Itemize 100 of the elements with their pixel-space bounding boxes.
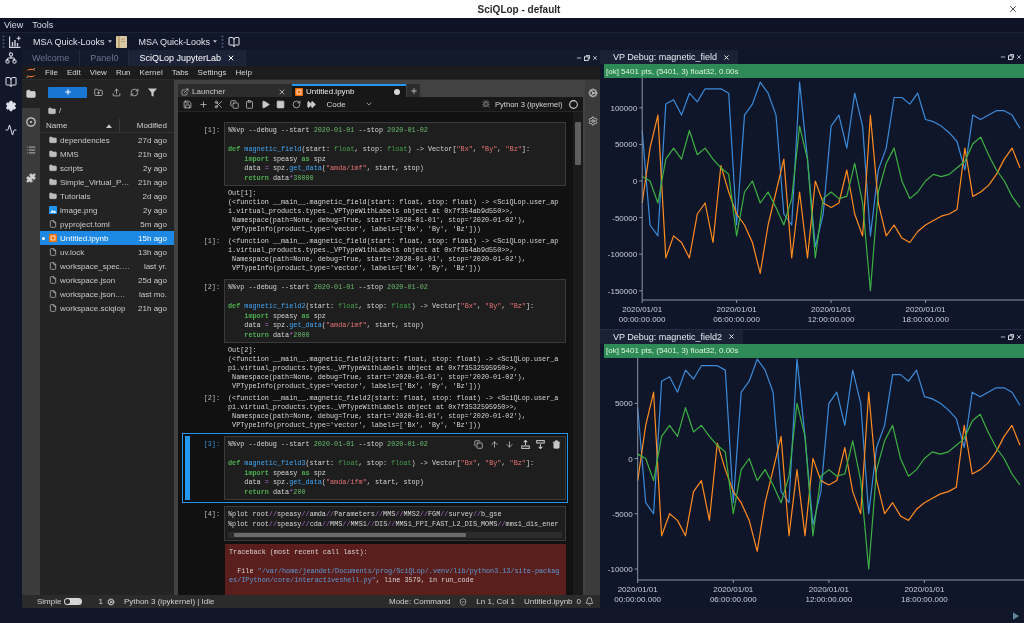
kernel-status[interactable]: Python 3 (ipykernel) | Idle	[123, 597, 215, 606]
minimize-icon[interactable]	[576, 55, 582, 61]
fast-forward-icon[interactable]	[307, 99, 316, 109]
new-launcher-button[interactable]	[48, 86, 87, 98]
file-name: workspace_spec.…	[60, 261, 131, 271]
folder-icon[interactable]	[26, 89, 36, 99]
play-icon[interactable]	[1013, 611, 1019, 620]
close-icon[interactable]	[226, 54, 235, 62]
caret-up-icon[interactable]	[106, 123, 112, 128]
grip-icon[interactable]	[2, 34, 5, 49]
file-row[interactable]: dependencies 27d ago	[40, 133, 174, 147]
new-tab-button[interactable]	[407, 84, 420, 97]
shield-icon[interactable]	[459, 597, 468, 606]
breadcrumb-path[interactable]: /	[59, 106, 62, 115]
book-icon[interactable]	[5, 76, 17, 88]
menu-item[interactable]: Tabs	[171, 68, 189, 77]
minimize-icon[interactable]	[1000, 54, 1006, 60]
file-row[interactable]: workspace.json.… last mo.	[40, 287, 174, 301]
vertical-scrollbar[interactable]	[573, 112, 583, 595]
float-window-icon[interactable]	[1008, 54, 1014, 60]
menu-item[interactable]: Run	[115, 68, 131, 77]
code-editor[interactable]	[224, 436, 566, 500]
menu-item[interactable]: Edit	[66, 68, 81, 77]
filter-icon[interactable]	[148, 87, 157, 97]
copy-icon[interactable]	[229, 99, 239, 109]
menu-item[interactable]: View	[4, 20, 24, 30]
binder-icon[interactable]	[115, 35, 127, 48]
unsaved-dot-icon[interactable]	[394, 88, 400, 95]
code-editor[interactable]	[224, 279, 566, 343]
file-row[interactable]: scripts 2y ago	[40, 161, 174, 175]
run-icon[interactable]	[260, 99, 270, 109]
menu-item[interactable]: Tools	[32, 20, 54, 30]
file-row[interactable]: pyproject.toml 5m ago	[40, 217, 174, 231]
close-icon[interactable]	[722, 53, 730, 61]
stop-icon[interactable]	[276, 99, 285, 109]
horizontal-scrollbar[interactable]	[228, 532, 562, 538]
plot-tab[interactable]: VP Debug: magnetic_field2	[600, 329, 743, 344]
book-icon[interactable]	[228, 35, 241, 48]
close-icon[interactable]	[592, 55, 598, 61]
file-row[interactable]: uv.lock 13h ago	[40, 245, 174, 259]
arrow-down-icon[interactable]	[505, 440, 515, 449]
menu-item[interactable]: Help	[235, 68, 252, 77]
file-icon	[49, 248, 57, 256]
file-row[interactable]: workspace_spec.… last yr.	[40, 259, 174, 273]
clipboard-icon[interactable]	[245, 99, 254, 109]
list-icon[interactable]	[26, 145, 36, 155]
menu-item[interactable]: View	[89, 68, 107, 77]
grip-icon[interactable]	[221, 34, 225, 49]
file-row[interactable]: Simple_Virtual_P… 21h ago	[40, 175, 174, 189]
file-row[interactable]: workspace.sciqlop 21h ago	[40, 301, 174, 315]
gear-icon[interactable]	[587, 88, 598, 98]
activity-icon[interactable]	[5, 124, 17, 136]
scissors-icon[interactable]	[214, 99, 223, 109]
toggle-switch[interactable]	[64, 598, 83, 605]
sidebar-tab[interactable]	[22, 80, 40, 108]
refresh-icon[interactable]	[130, 87, 139, 97]
copy-icon[interactable]	[474, 440, 484, 449]
code-editor[interactable]	[224, 122, 566, 186]
close-icon[interactable]	[1016, 333, 1022, 340]
save-icon[interactable]	[183, 99, 192, 109]
folder-plus-icon[interactable]	[94, 87, 103, 97]
close-icon[interactable]	[1008, 4, 1018, 14]
bug-icon[interactable]	[482, 100, 491, 108]
plus-icon[interactable]	[198, 99, 208, 109]
file-row[interactable]: workspace.json 25d ago	[40, 273, 174, 287]
float-window-icon[interactable]	[1008, 333, 1014, 340]
plot-tab[interactable]: VP Debug: magnetic_field	[600, 50, 738, 64]
menu-item[interactable]: File	[45, 68, 58, 77]
menu-item[interactable]: Kernel	[139, 68, 163, 77]
bell-icon[interactable]	[585, 597, 594, 606]
document-tab[interactable]: Untitled.ipynb	[292, 84, 406, 97]
quicklooks-menu-button[interactable]: MSA Quick-Looks	[33, 36, 112, 47]
puzzle-icon[interactable]	[26, 173, 36, 183]
insert-above-icon[interactable]	[520, 440, 530, 449]
trash-icon[interactable]	[552, 440, 561, 449]
modified-column-header[interactable]: Modified	[120, 119, 174, 132]
quicklooks-menu-button[interactable]: MSA Quick-Looks	[138, 36, 218, 47]
modified-time: 13h ago	[138, 247, 167, 257]
close-icon[interactable]	[278, 87, 286, 96]
settings-icon[interactable]	[5, 100, 17, 112]
float-window-icon[interactable]	[584, 55, 590, 61]
file-row[interactable]: Untitled.ipynb 15h ago	[40, 231, 174, 245]
close-icon[interactable]	[727, 333, 735, 340]
insert-below-icon[interactable]	[536, 440, 546, 449]
hierarchy-icon[interactable]	[5, 52, 17, 64]
upload-icon[interactable]	[112, 87, 121, 97]
cell-type-select[interactable]: Code	[322, 99, 375, 109]
restart-icon[interactable]	[291, 99, 301, 109]
name-column-header[interactable]: Name	[40, 119, 120, 132]
document-tab[interactable]: Launcher	[178, 84, 292, 97]
file-row[interactable]: image.png 2y ago	[40, 203, 174, 217]
menu-item[interactable]: Settings	[197, 68, 227, 77]
arrow-up-icon[interactable]	[489, 440, 499, 449]
file-row[interactable]: MMS 21h ago	[40, 147, 174, 161]
dock-tab[interactable]: SciQLop JupyterLab	[129, 50, 246, 66]
gear-icon[interactable]	[106, 597, 115, 606]
running-icon[interactable]	[26, 117, 36, 127]
chart-plus-icon[interactable]	[9, 35, 21, 48]
close-icon[interactable]	[1016, 54, 1022, 60]
file-row[interactable]: Tutorials 2d ago	[40, 189, 174, 203]
